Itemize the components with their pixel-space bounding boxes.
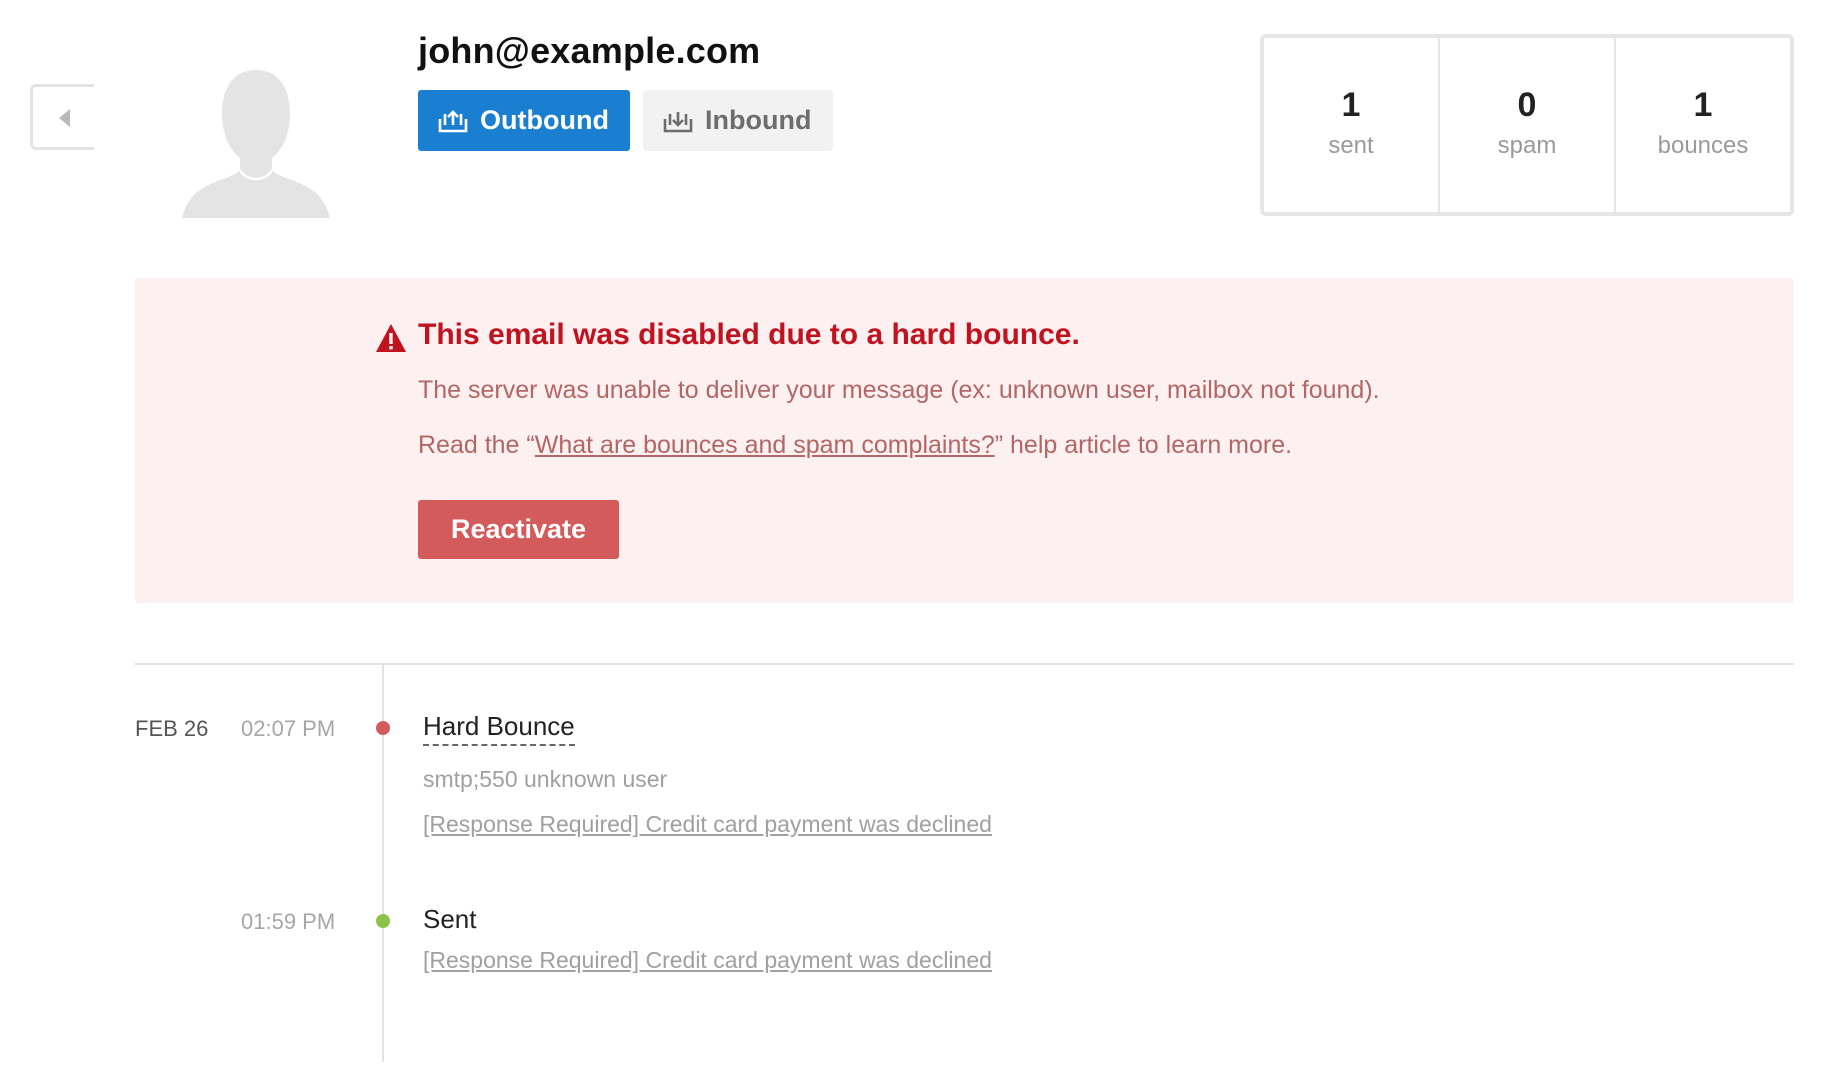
alert-help-text: Read the “What are bounces and spam comp…	[418, 431, 1292, 460]
stat-sent: 1 sent	[1264, 38, 1440, 212]
tab-inbound[interactable]: Inbound	[643, 90, 833, 151]
stat-bounces: 1 bounces	[1616, 38, 1790, 212]
warning-icon	[376, 324, 406, 352]
alert-description: The server was unable to deliver your me…	[418, 376, 1380, 404]
stat-value: 1	[1693, 86, 1713, 124]
outbound-icon	[438, 109, 468, 132]
event-title[interactable]: Hard Bounce	[423, 711, 575, 746]
stat-value: 1	[1341, 86, 1361, 124]
help-article-link[interactable]: What are bounces and spam complaints?	[535, 431, 995, 459]
event-detail: smtp;550 unknown user	[423, 766, 668, 792]
inbound-icon	[663, 111, 693, 132]
chevron-left-icon	[59, 109, 70, 127]
message-subject-link[interactable]: [Response Required] Credit card payment …	[423, 811, 992, 838]
event-time: 01:59 PM	[241, 909, 336, 934]
stats-panel: 1 sent 0 spam 1 bounces	[1260, 34, 1794, 216]
tab-outbound-label: Outbound	[480, 105, 609, 135]
event-title: Sent	[423, 904, 477, 934]
stat-spam: 0 spam	[1440, 38, 1616, 212]
page-title: john@example.com	[418, 30, 761, 71]
stat-label: bounces	[1657, 132, 1749, 159]
stat-label: sent	[1328, 132, 1374, 159]
stat-label: spam	[1497, 132, 1557, 159]
tab-inbound-label: Inbound	[705, 105, 812, 135]
message-subject-link[interactable]: [Response Required] Credit card payment …	[423, 947, 992, 974]
back-button[interactable]	[30, 84, 94, 150]
stat-value: 0	[1517, 86, 1537, 124]
status-dot-bounce	[376, 721, 390, 735]
tab-outbound[interactable]: Outbound	[418, 90, 630, 151]
status-dot-sent	[376, 914, 390, 928]
avatar	[182, 70, 330, 218]
help-prefix: Read the “	[418, 431, 535, 459]
event-time: 02:07 PM	[241, 716, 336, 741]
alert-title: This email was disabled due to a hard bo…	[418, 318, 1080, 351]
help-suffix: ” help article to learn more.	[994, 431, 1293, 459]
event-date: FEB 26	[135, 716, 209, 741]
reactivate-button[interactable]: Reactivate	[418, 500, 619, 559]
